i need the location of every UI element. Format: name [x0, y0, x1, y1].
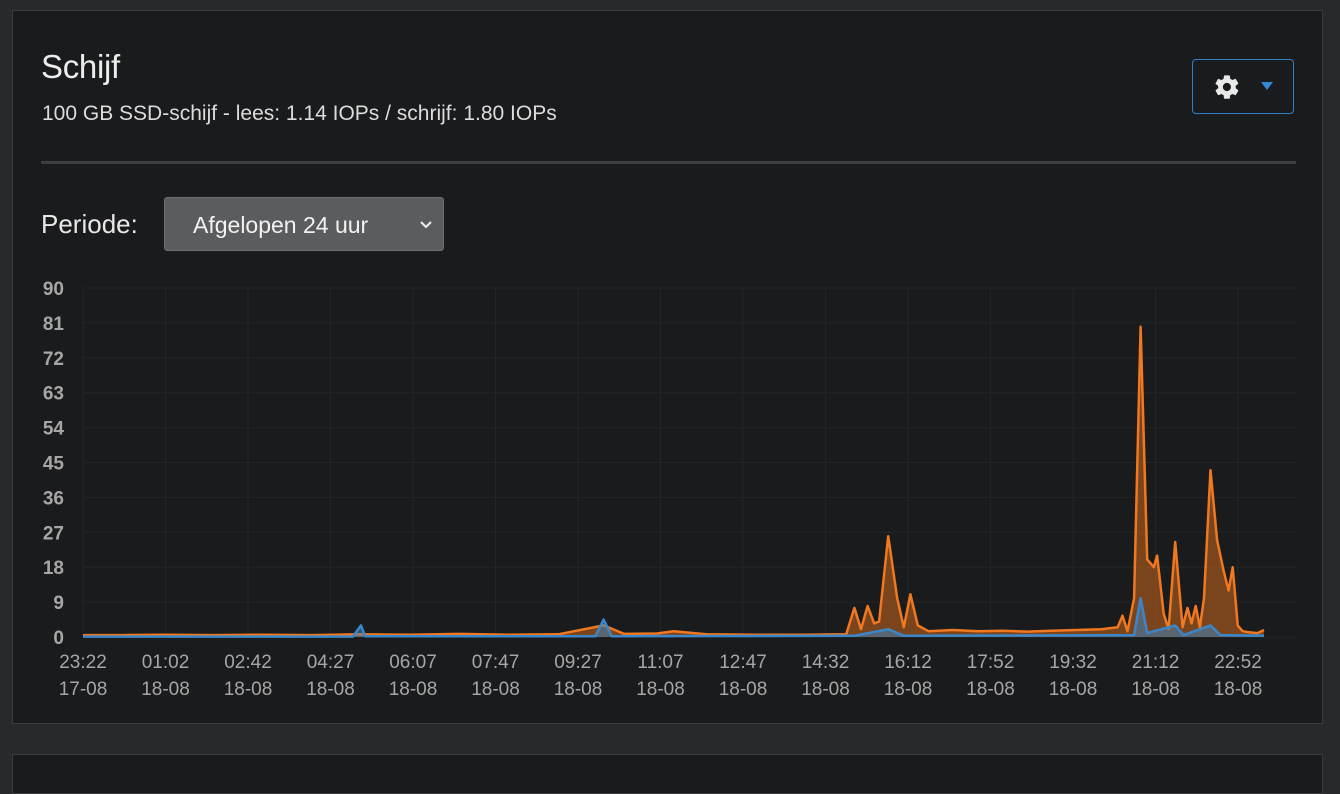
iops-chart: 0 9 18 27 36 45 54 63 72 81 90 23:22 17-08 01:02 18-0… — [43, 279, 1296, 700]
x-tick-time: 02:42 — [224, 652, 272, 673]
x-axis: 23:22 17-08 01:02 18-08 02:42 18-08 04:27 18-08… — [59, 652, 1263, 700]
x-tick-date: 18-08 — [224, 679, 273, 700]
x-tick-time: 07:47 — [472, 652, 520, 673]
x-tick-time: 12:47 — [719, 652, 767, 673]
x-tick-time: 17:52 — [967, 652, 1015, 673]
x-tick-date: 18-08 — [141, 679, 190, 700]
x-tick-date: 18-08 — [719, 679, 768, 700]
x-tick-time: 14:32 — [802, 652, 850, 673]
x-tick-date: 18-08 — [389, 679, 438, 700]
x-tick-date: 18-08 — [471, 679, 520, 700]
x-tick-time: 04:27 — [307, 652, 355, 673]
y-tick-label: 9 — [53, 593, 64, 614]
x-tick-date: 18-08 — [1049, 679, 1098, 700]
y-tick-label: 54 — [43, 419, 65, 440]
y-tick-label: 36 — [43, 488, 64, 509]
chart-series — [83, 325, 1265, 638]
x-tick-time: 19:32 — [1049, 652, 1097, 673]
x-tick-time: 21:12 — [1132, 652, 1180, 673]
chart-grid — [82, 287, 1296, 638]
y-tick-label: 90 — [43, 279, 64, 300]
x-tick-date: 18-08 — [884, 679, 933, 700]
series-area-0 — [83, 326, 1264, 637]
x-tick-time: 11:07 — [637, 652, 683, 673]
x-tick-date: 18-08 — [1131, 679, 1180, 700]
x-tick-time: 22:52 — [1214, 652, 1262, 673]
x-tick-time: 23:22 — [59, 652, 107, 673]
x-tick-time: 01:02 — [142, 652, 190, 673]
y-tick-label: 27 — [43, 523, 64, 544]
y-tick-label: 63 — [43, 384, 64, 405]
y-axis: 0 9 18 27 36 45 54 63 72 81 90 — [43, 279, 65, 649]
y-tick-label: 45 — [43, 454, 65, 475]
x-tick-date: 18-08 — [1214, 679, 1263, 700]
x-tick-date: 18-08 — [801, 679, 850, 700]
y-tick-label: 18 — [43, 558, 64, 579]
y-tick-label: 81 — [43, 314, 65, 335]
series-line-0 — [83, 325, 1265, 637]
y-tick-label: 0 — [53, 628, 64, 649]
x-tick-time: 06:07 — [389, 652, 437, 673]
y-tick-label: 72 — [43, 349, 64, 370]
x-tick-date: 18-08 — [306, 679, 355, 700]
x-tick-time: 09:27 — [554, 652, 602, 673]
x-tick-time: 16:12 — [884, 652, 932, 673]
x-tick-date: 18-08 — [636, 679, 685, 700]
x-tick-date: 17-08 — [59, 679, 108, 700]
x-tick-date: 18-08 — [554, 679, 603, 700]
x-tick-date: 18-08 — [966, 679, 1015, 700]
